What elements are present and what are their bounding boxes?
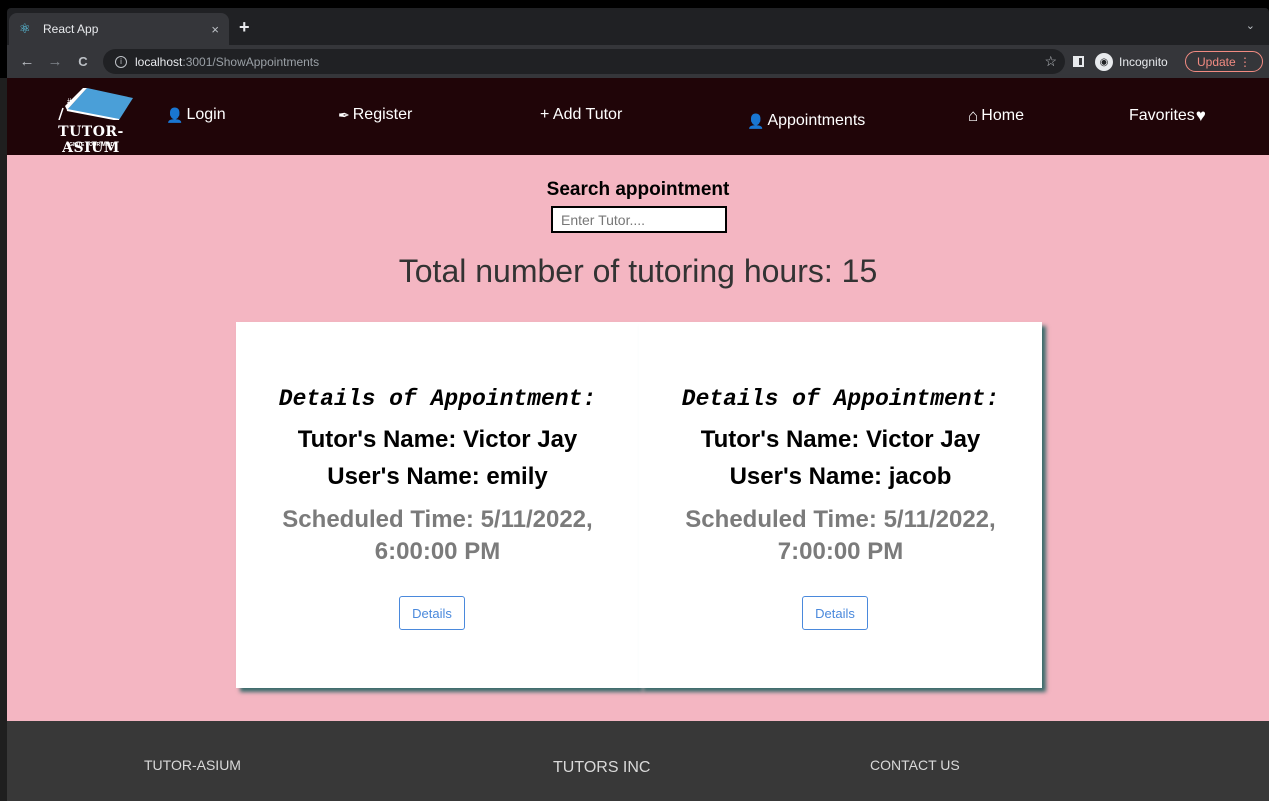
card-scheduled-time: Scheduled Time: 5/11/2022, 7:00:00 PM	[685, 506, 996, 565]
nav-add-tutor[interactable]: + Add Tutor	[540, 106, 622, 124]
logo-text: TUTOR-ASIUM	[58, 124, 124, 156]
nav-home-label: Home	[981, 107, 1024, 124]
search-title: Search appointment	[546, 179, 730, 200]
browser-toolbar: ← → C i localhost:3001/ShowAppointments …	[7, 45, 1269, 78]
details-button[interactable]: Details	[802, 596, 868, 630]
nav-add-tutor-label: + Add Tutor	[540, 106, 623, 123]
footer-company: TUTORS INC	[553, 759, 651, 776]
incognito-icon: ◉	[1095, 53, 1113, 71]
svg-text:#: #	[67, 97, 72, 106]
user-icon: 👤	[166, 106, 184, 123]
nav-favorites[interactable]: Favorites ♥	[1129, 106, 1209, 126]
home-icon: ⌂	[968, 106, 979, 125]
pen-icon: ✒	[338, 106, 350, 123]
footer-brand: TUTOR-ASIUM	[144, 757, 241, 773]
nav-appointments-label: Appointments	[767, 112, 866, 129]
chevron-down-icon[interactable]: ⌄	[1246, 19, 1255, 32]
card-user-name: User's Name: emily	[327, 463, 548, 490]
heart-icon: ♥	[1195, 106, 1206, 125]
url-path: :3001/ShowAppointments	[182, 54, 320, 69]
logo-tagline: IGNITE YOUR MIND	[67, 142, 115, 148]
address-bar[interactable]: i localhost:3001/ShowAppointments ☆	[103, 49, 1065, 74]
search-input[interactable]	[551, 206, 727, 233]
nav-appointments[interactable]: 👤 Appointments	[747, 112, 865, 130]
back-button[interactable]: ←	[19, 53, 35, 70]
card-tutor-name: Tutor's Name: Victor Jay	[297, 426, 578, 453]
new-tab-button[interactable]: +	[239, 17, 250, 38]
total-hours-text: Total number of tutoring hours: 15	[398, 253, 878, 289]
card-scheduled-time: Scheduled Time: 5/11/2022, 6:00:00 PM	[282, 506, 593, 565]
side-panel-icon[interactable]	[1073, 56, 1084, 67]
reload-button[interactable]: C	[75, 54, 91, 69]
appointments-page: Search appointment Total number of tutor…	[7, 155, 1269, 721]
url-host: localhost	[135, 54, 183, 69]
bookmark-star-icon[interactable]: ☆	[1044, 53, 1057, 70]
house-roof-icon: #	[58, 88, 133, 120]
update-button[interactable]: Update ⋮	[1185, 51, 1263, 72]
close-icon[interactable]: ×	[211, 22, 219, 37]
nav-favorites-label: Favorites	[1129, 107, 1195, 124]
browser-chrome: ⚛ React App × + ⌄ ← → C i localhost:3001…	[7, 8, 1269, 78]
card-tutor-name: Tutor's Name: Victor Jay	[700, 426, 981, 453]
card-heading: Details of Appointment:	[278, 386, 597, 412]
info-icon[interactable]: i	[115, 55, 127, 68]
user-icon: 👤	[747, 112, 765, 129]
react-icon: ⚛	[19, 21, 31, 36]
incognito-label: Incognito	[1119, 55, 1168, 69]
appointment-card: Details of Appointment: Tutor's Name: Vi…	[236, 322, 639, 688]
tab-title: React App	[43, 22, 99, 36]
app-navbar: # TUTOR-ASIUM IGNITE YOUR MIND 👤 Login ✒…	[7, 78, 1269, 156]
nav-register-label: Register	[352, 106, 413, 123]
forward-button[interactable]: →	[47, 53, 63, 70]
details-button[interactable]: Details	[399, 596, 465, 630]
page-footer: TUTOR-ASIUM TUTORS INC CONTACT US	[7, 721, 1269, 801]
nav-home[interactable]: ⌂ Home	[968, 106, 1024, 126]
appointment-card: Details of Appointment: Tutor's Name: Vi…	[639, 322, 1042, 688]
card-user-name: User's Name: jacob	[729, 463, 952, 490]
nav-login[interactable]: 👤 Login	[166, 106, 226, 124]
nav-register[interactable]: ✒ Register	[338, 106, 412, 124]
nav-login-label: Login	[186, 106, 226, 123]
browser-tab[interactable]: ⚛ React App ×	[9, 13, 229, 45]
footer-contact: CONTACT US	[870, 757, 960, 773]
tutorasium-logo[interactable]: # TUTOR-ASIUM IGNITE YOUR MIND	[43, 84, 139, 156]
tab-strip: ⚛ React App × + ⌄	[7, 8, 1269, 45]
card-heading: Details of Appointment:	[681, 386, 1000, 412]
